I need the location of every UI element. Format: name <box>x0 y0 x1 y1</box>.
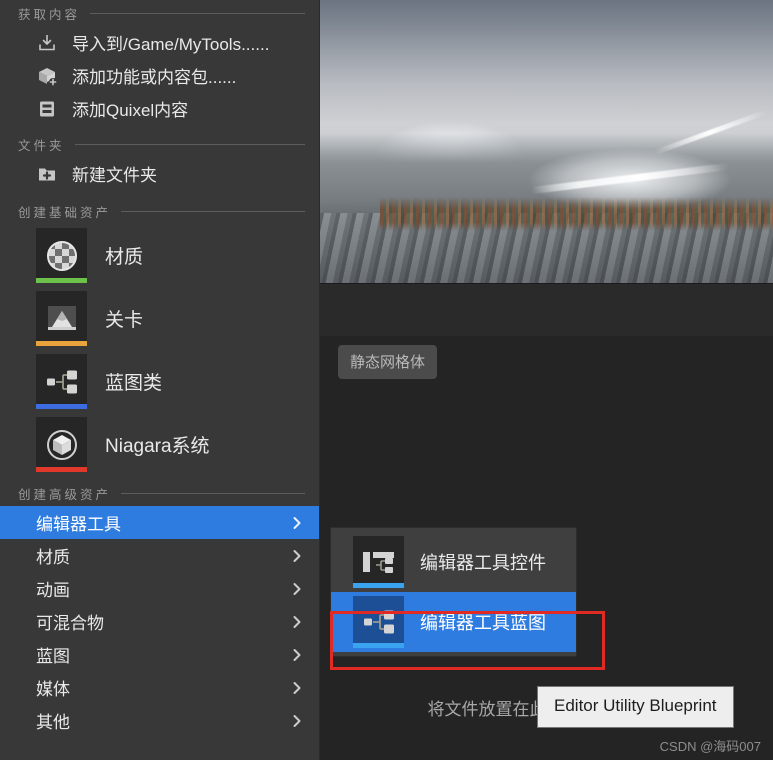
menu-item-animation[interactable]: 动画 <box>0 572 319 605</box>
menu-item-label: 新建文件夹 <box>72 166 157 185</box>
asset-item-material[interactable]: 材质 <box>0 224 319 287</box>
chevron-right-icon <box>293 582 301 595</box>
editor-utility-blueprint-icon <box>363 610 394 634</box>
menu-item-label: 添加Quixel内容 <box>72 101 189 120</box>
asset-type-bar <box>36 467 87 472</box>
editor-utility-widget-icon <box>362 552 394 573</box>
tree-line <box>380 197 773 231</box>
menu-item-label: 编辑器工具 <box>36 515 121 534</box>
section-rule <box>121 210 305 212</box>
add-content-context-menu: 获取内容 导入到/Game/MyTools...... 添加功能或内容包....… <box>0 0 320 760</box>
menu-item-miscellaneous[interactable]: 其他 <box>0 704 319 737</box>
section-title: 创建高级资产 <box>18 487 112 502</box>
submenu-item-editor-utility-blueprint[interactable]: 编辑器工具蓝图 <box>331 592 576 652</box>
material-sphere-icon <box>46 240 77 271</box>
static-mesh-chip[interactable]: 静态网格体 <box>338 345 438 379</box>
asset-item-label: 材质 <box>105 247 144 268</box>
menu-item-import-to-mytools[interactable]: 导入到/Game/MyTools...... <box>0 26 319 59</box>
section-title: 文件夹 <box>18 138 65 153</box>
section-header-get-content: 获取内容 <box>0 0 319 26</box>
section-rule <box>90 12 305 14</box>
menu-item-add-feature-or-content-pack[interactable]: 添加功能或内容包...... <box>0 59 319 92</box>
asset-item-label: Niagara系统 <box>105 436 210 457</box>
editor-utility-widget-thumbnail <box>353 536 404 588</box>
asset-type-bar <box>36 404 87 409</box>
asset-item-label: 关卡 <box>105 310 144 331</box>
menu-item-label: 导入到/Game/MyTools...... <box>72 35 270 54</box>
menu-item-label: 材质 <box>36 548 70 567</box>
submenu-item-editor-utility-widget[interactable]: 编辑器工具控件 <box>331 532 576 592</box>
chevron-right-icon <box>293 714 301 727</box>
import-icon <box>39 34 55 50</box>
section-rule <box>121 492 305 494</box>
section-header-basic-assets: 创建基础资产 <box>0 198 319 224</box>
level-icon <box>47 305 76 330</box>
submenu-item-label: 编辑器工具控件 <box>420 553 546 573</box>
editor-utilities-submenu: 编辑器工具控件 编辑器工具蓝图 <box>330 527 577 657</box>
level-thumbnail <box>36 291 87 346</box>
menu-item-materials[interactable]: 材质 <box>0 539 319 572</box>
editor-utility-blueprint-thumbnail <box>353 596 404 648</box>
chevron-right-icon <box>293 615 301 628</box>
quixel-content-icon <box>40 101 54 116</box>
menu-item-label: 可混合物 <box>36 614 104 633</box>
level-viewport-image <box>320 0 773 283</box>
add-feature-pack-icon <box>39 67 57 86</box>
asset-type-bar <box>36 341 87 346</box>
chevron-right-icon <box>293 549 301 562</box>
menu-item-editor-utilities[interactable]: 编辑器工具 <box>0 506 319 539</box>
tooltip: Editor Utility Blueprint <box>537 686 734 728</box>
menu-item-label: 蓝图 <box>36 647 70 666</box>
asset-item-niagara-system[interactable]: Niagara系统 <box>0 413 319 476</box>
niagara-system-icon <box>46 429 77 460</box>
blueprint-class-icon <box>46 370 77 393</box>
menu-item-label: 其他 <box>36 713 70 732</box>
chevron-right-icon <box>293 516 301 529</box>
blueprint-class-thumbnail <box>36 354 87 409</box>
menu-item-blendables[interactable]: 可混合物 <box>0 605 319 638</box>
new-folder-icon <box>39 168 55 180</box>
asset-item-label: 蓝图类 <box>105 373 163 394</box>
chevron-right-icon <box>293 648 301 661</box>
watermark: CSDN @海码007 <box>659 739 761 754</box>
submenu-item-label: 编辑器工具蓝图 <box>420 613 546 633</box>
menu-item-media[interactable]: 媒体 <box>0 671 319 704</box>
section-title: 获取内容 <box>18 7 81 22</box>
section-rule <box>74 143 305 145</box>
asset-type-bar <box>353 583 404 588</box>
section-title: 创建基础资产 <box>18 205 112 220</box>
content-browser-toolbar <box>320 283 773 336</box>
menu-item-label: 动画 <box>36 581 70 600</box>
menu-item-add-quixel-content[interactable]: 添加Quixel内容 <box>0 92 319 125</box>
chevron-right-icon <box>293 681 301 694</box>
material-thumbnail <box>36 228 87 283</box>
asset-item-level[interactable]: 关卡 <box>0 287 319 350</box>
menu-item-label: 媒体 <box>36 680 70 699</box>
menu-item-blueprints[interactable]: 蓝图 <box>0 638 319 671</box>
section-header-advanced-assets: 创建高级资产 <box>0 480 319 506</box>
menu-item-label: 添加功能或内容包...... <box>72 68 237 87</box>
screen: 静态网格体 将文件放置在此处以导入内容。 获取内容 导入到/Game/MyToo… <box>0 0 773 760</box>
asset-type-bar <box>353 643 404 648</box>
asset-type-bar <box>36 278 87 283</box>
menu-item-new-folder[interactable]: 新建文件夹 <box>0 157 319 190</box>
section-header-folder: 文件夹 <box>0 131 319 157</box>
asset-item-blueprint-class[interactable]: 蓝图类 <box>0 350 319 413</box>
niagara-system-thumbnail <box>36 417 87 472</box>
